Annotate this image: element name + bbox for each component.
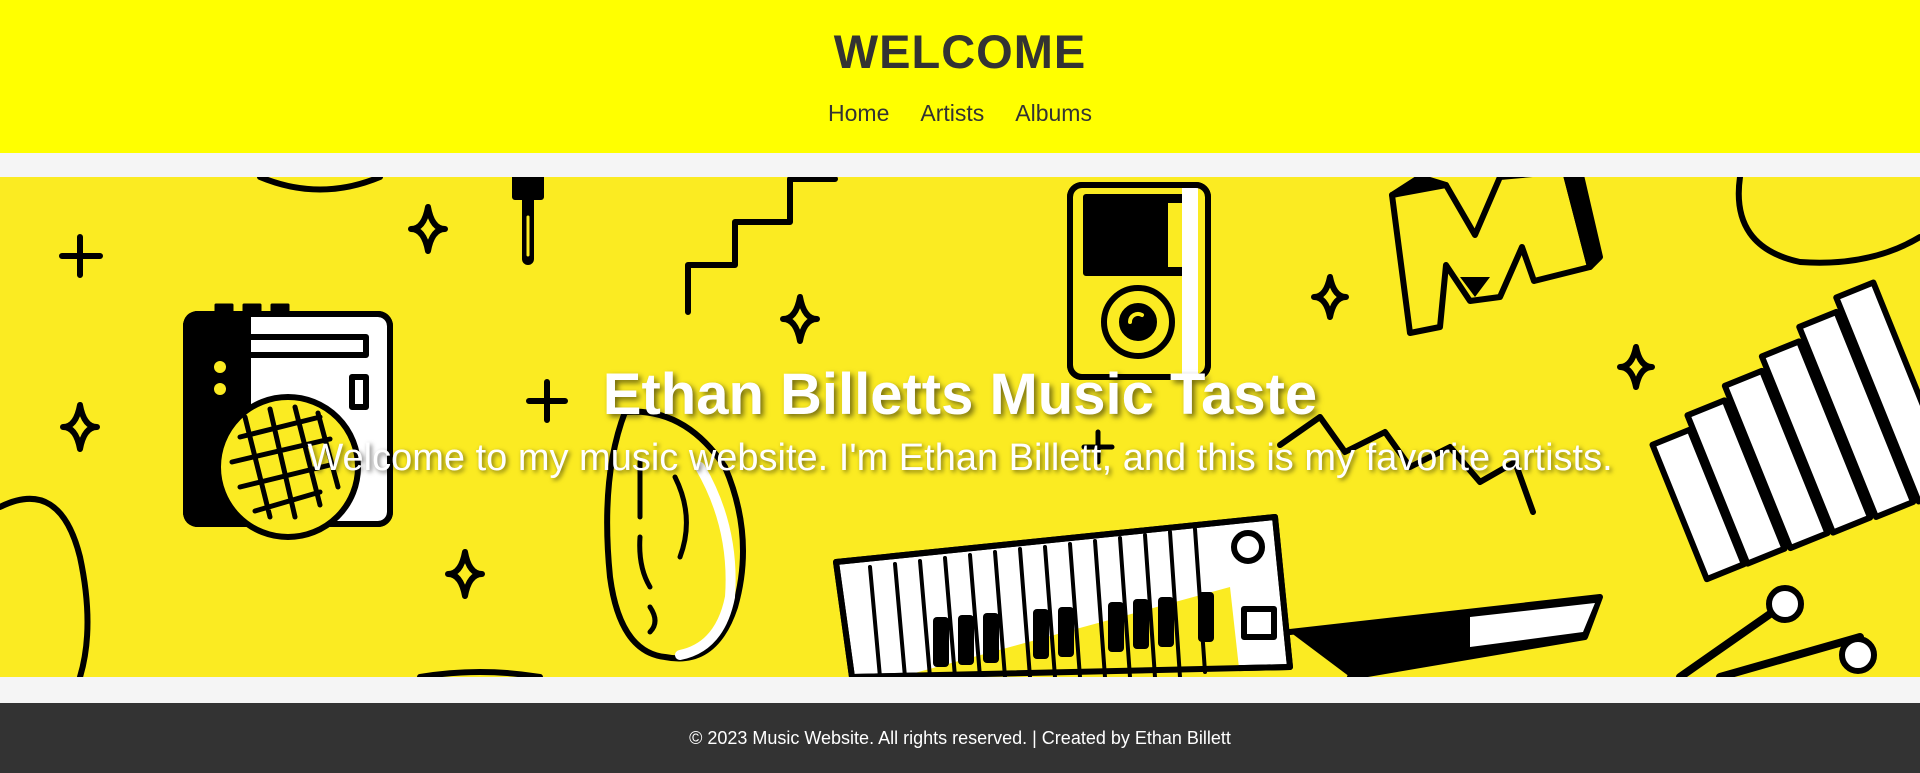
sparkle-icon [1311, 274, 1349, 320]
site-title: WELCOME [833, 25, 1087, 78]
keytar-icon [833, 514, 1603, 677]
sparkle-icon [445, 549, 485, 599]
plus-icon [59, 234, 103, 278]
blob-top-left [257, 177, 383, 193]
aux-plug-icon [512, 177, 544, 265]
blob-left [0, 495, 91, 677]
blob-bottom [417, 669, 543, 677]
hero-subtitle: Welcome to my music website. I'm Ethan B… [307, 437, 1613, 479]
site-header: WELCOME Home Artists Albums [0, 0, 1920, 153]
site-footer: © 2023 Music Website. All rights reserve… [0, 703, 1920, 773]
hero-banner: Ethan Billetts Music Taste Welcome to my… [0, 177, 1920, 677]
sparkle-icon [408, 204, 448, 254]
main-nav: Home Artists Albums [0, 100, 1920, 127]
sparkle-icon [780, 294, 820, 344]
staircase-line [685, 177, 838, 315]
blob-top-right [1735, 177, 1920, 266]
nav-artists-link[interactable]: Artists [920, 100, 984, 127]
nav-albums-link[interactable]: Albums [1015, 100, 1092, 127]
hero-title: Ethan Billetts Music Taste [602, 362, 1318, 427]
footer-text: © 2023 Music Website. All rights reserve… [689, 728, 1231, 748]
mp3-player-icon [1067, 182, 1211, 380]
nav-home-link[interactable]: Home [828, 100, 889, 127]
letter-m-icon [1389, 177, 1603, 336]
